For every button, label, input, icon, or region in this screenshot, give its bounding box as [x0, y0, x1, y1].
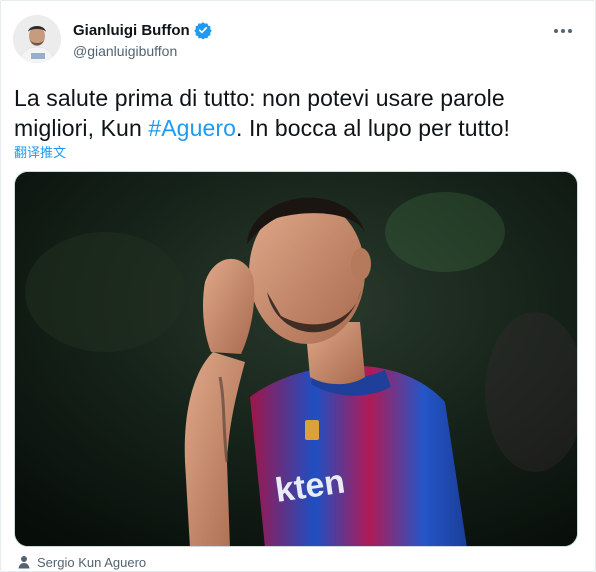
verified-badge-icon: [193, 21, 212, 40]
more-dot: [561, 29, 565, 33]
tweet-text-line-1: La salute prima di tutto: non potevi usa…: [14, 85, 505, 111]
tweet-text-before-hashtag: migliori, Kun: [14, 115, 149, 141]
person-icon: [17, 555, 31, 569]
tweet-header: Gianluigi Buffon @gianluigibuffon: [13, 15, 583, 67]
photo-image: kten: [15, 172, 577, 546]
more-options-icon[interactable]: [549, 17, 577, 45]
author-names: Gianluigi Buffon @gianluigibuffon: [73, 19, 212, 59]
avatar-image: [13, 15, 61, 63]
tweet-text-after-hashtag: . In bocca al lupo per tutto!: [236, 115, 510, 141]
tweet-photo[interactable]: kten: [14, 171, 578, 547]
author-handle[interactable]: @gianluigibuffon: [73, 43, 212, 59]
more-dot: [568, 29, 572, 33]
tweet-card: Gianluigi Buffon @gianluigibuffon La sal…: [0, 0, 596, 572]
author-avatar[interactable]: [13, 15, 61, 63]
translate-tweet-link[interactable]: 翻译推文: [14, 142, 66, 161]
tagged-people: Sergio Kun Aguero: [17, 554, 146, 570]
more-dot: [554, 29, 558, 33]
hashtag-link[interactable]: #Aguero: [148, 115, 236, 141]
tweet-text: La salute prima di tutto: non potevi usa…: [14, 83, 584, 143]
tweet-text-line-2: migliori, Kun #Aguero. In bocca al lupo …: [14, 113, 584, 143]
display-name-row: Gianluigi Buffon: [73, 19, 212, 41]
tagged-person-name[interactable]: Sergio Kun Aguero: [37, 555, 146, 570]
author-display-name[interactable]: Gianluigi Buffon: [73, 22, 190, 39]
